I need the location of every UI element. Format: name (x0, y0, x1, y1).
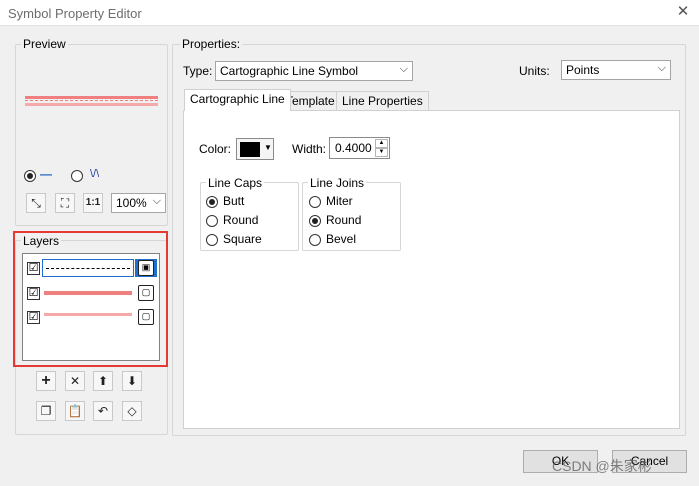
layer-row-2[interactable]: ☑ ▢ (23, 282, 159, 304)
chevron-down-icon: ⌵ (399, 63, 408, 75)
type-value: Cartographic Line Symbol (220, 64, 359, 78)
wave-mode-radio[interactable] (71, 170, 83, 182)
unlock-icon[interactable]: ▢ (138, 285, 154, 301)
join-miter-radio[interactable] (309, 196, 321, 208)
join-miter-label[interactable]: Miter (326, 194, 353, 208)
join-round-radio[interactable] (309, 215, 321, 227)
preview-canvas (25, 96, 158, 107)
cap-square-radio[interactable] (206, 234, 218, 246)
tab-line-properties[interactable]: Line Properties (336, 91, 429, 110)
preview-line-bottom (25, 103, 158, 106)
unlock-icon[interactable]: ▢ (138, 309, 154, 325)
cap-round-label[interactable]: Round (223, 213, 258, 227)
title-bar: Symbol Property Editor ✕ (0, 0, 699, 26)
join-bevel-radio[interactable] (309, 234, 321, 246)
cap-round-radio[interactable] (206, 215, 218, 227)
type-label: Type: (183, 64, 213, 78)
tab-panel: Color: ▼ Width: 0.4000 ▲ ▼ Line Caps But… (183, 110, 680, 429)
spin-up-icon[interactable]: ▲ (375, 139, 388, 148)
cap-square-label[interactable]: Square (223, 232, 262, 246)
preview-line-mid (25, 100, 158, 101)
line-caps-label: Line Caps (206, 176, 265, 190)
units-label: Units: (519, 64, 550, 78)
layer-2-checkbox[interactable]: ☑ (27, 287, 40, 300)
chevron-down-icon: ⌵ (657, 62, 666, 74)
layer-3-line (44, 313, 132, 316)
layer-2-line (44, 291, 132, 295)
window-title: Symbol Property Editor (8, 6, 142, 21)
actual-size-icon[interactable]: 1:1 (83, 193, 103, 213)
fit-extent-icon[interactable]: ⛶ (55, 193, 75, 213)
layers-list[interactable]: ☑ ▣ ☑ ▢ ☑ ▢ (22, 253, 160, 361)
copy-icon[interactable]: ❐ (36, 401, 56, 421)
layer-1-swatch (42, 259, 134, 277)
color-picker[interactable]: ▼ (236, 138, 274, 160)
color-label: Color: (199, 142, 232, 156)
preview-line-top (25, 96, 158, 99)
zoom-select[interactable]: 100% ⌵ (111, 193, 166, 213)
tab-cartographic-line[interactable]: Cartographic Line (184, 89, 291, 111)
chevron-down-icon: ⌵ (152, 195, 161, 207)
join-bevel-label[interactable]: Bevel (326, 232, 356, 246)
watermark: CSDN @朱家彬 (552, 458, 652, 474)
preview-label: Preview (21, 37, 68, 51)
line-joins-label: Line Joins (308, 176, 367, 190)
line-mode-icon: — (40, 167, 52, 181)
units-value: Points (566, 63, 600, 77)
delete-layer-icon[interactable]: ✕ (65, 371, 85, 391)
close-icon[interactable]: ✕ (672, 2, 694, 22)
cap-butt-label[interactable]: Butt (223, 194, 244, 208)
spin-down-icon[interactable]: ▼ (375, 148, 388, 157)
zoom-in-icon[interactable]: ⤡ (26, 193, 46, 213)
width-label: Width: (292, 142, 327, 156)
wave-mode-icon: \/\ (90, 168, 100, 180)
tag-icon[interactable]: ◇ (122, 401, 142, 421)
properties-label: Properties: (180, 37, 243, 51)
line-mode-radio[interactable] (24, 170, 36, 182)
layer-1-checkbox[interactable]: ☑ (27, 262, 40, 275)
width-spinner[interactable]: 0.4000 ▲ ▼ (329, 137, 390, 159)
add-layer-icon[interactable]: + (36, 371, 56, 391)
units-select[interactable]: Points ⌵ (561, 60, 671, 80)
move-up-icon[interactable]: ⬆ (93, 371, 113, 391)
layer-row-1[interactable]: ☑ ▣ (23, 257, 159, 279)
reset-icon[interactable]: ↶ (93, 401, 113, 421)
zoom-value: 100% (116, 196, 147, 210)
cap-butt-radio[interactable] (206, 196, 218, 208)
layer-1-line (46, 268, 130, 269)
chevron-down-icon: ▼ (264, 143, 272, 152)
color-swatch (240, 142, 260, 157)
paste-icon[interactable]: 📋 (65, 401, 85, 421)
type-select[interactable]: Cartographic Line Symbol ⌵ (215, 61, 413, 81)
layer-3-checkbox[interactable]: ☑ (27, 311, 40, 324)
layer-row-3[interactable]: ☑ ▢ (23, 306, 159, 328)
move-down-icon[interactable]: ⬇ (122, 371, 142, 391)
width-value[interactable]: 0.4000 (335, 141, 372, 155)
lock-icon: ▣ (138, 260, 154, 276)
layer-1-lock-button[interactable]: ▣ (135, 259, 157, 277)
join-round-label[interactable]: Round (326, 213, 361, 227)
